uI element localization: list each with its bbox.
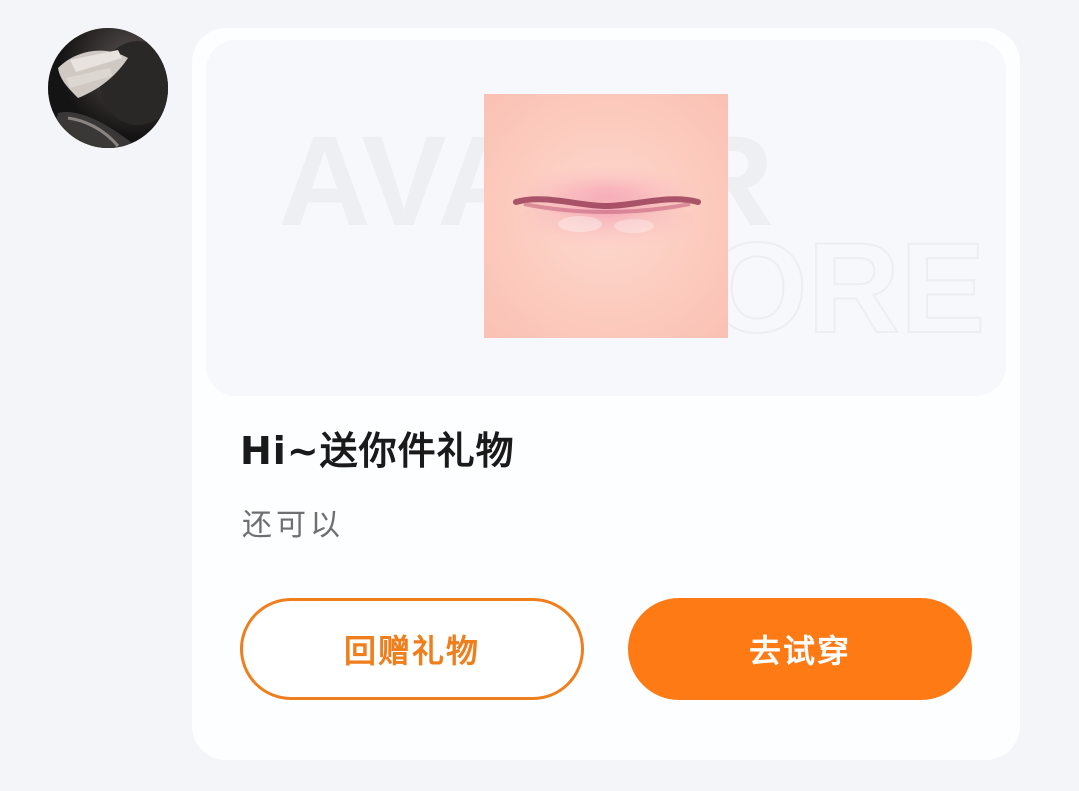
lip-makeup-icon xyxy=(513,162,701,258)
gift-subtitle: 还可以 xyxy=(242,508,344,543)
gift-image[interactable] xyxy=(484,94,728,338)
try-on-label: 去试穿 xyxy=(748,632,851,670)
gift-preview: AVATAR STORE xyxy=(206,40,1006,396)
user-photo-icon xyxy=(48,28,168,148)
return-gift-button[interactable]: 回赠礼物 xyxy=(240,598,584,700)
sender-avatar[interactable] xyxy=(48,28,168,148)
gift-message-card: AVATAR STORE xyxy=(192,28,1020,760)
return-gift-label: 回赠礼物 xyxy=(343,632,480,670)
try-on-button[interactable]: 去试穿 xyxy=(628,598,972,700)
gift-title: Hi~送你件礼物 xyxy=(240,429,515,473)
